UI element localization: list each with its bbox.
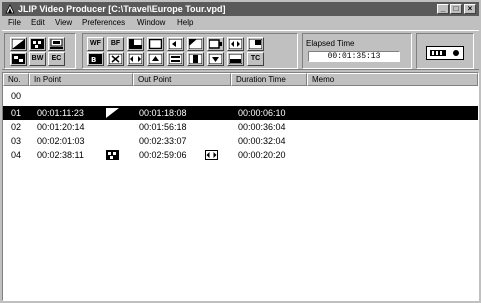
strobe-button[interactable] bbox=[10, 52, 27, 66]
picture-in-picture-button[interactable] bbox=[247, 37, 264, 51]
corner-wipe-icon bbox=[129, 39, 142, 49]
out-point-cell: 00:01:56:18 bbox=[139, 122, 187, 132]
out-point-cell: 00:01:18:08 bbox=[139, 108, 187, 118]
row-number: 03 bbox=[11, 136, 22, 146]
duration-cell: 00:00:06:10 bbox=[238, 108, 286, 118]
column-header-no[interactable]: No. bbox=[3, 73, 29, 86]
slide-up-button[interactable] bbox=[147, 52, 164, 66]
slide-down-button[interactable] bbox=[207, 52, 224, 66]
column-header-out-point[interactable]: Out Point bbox=[133, 73, 231, 86]
box-wipe-button[interactable] bbox=[147, 37, 164, 51]
wipe-icon bbox=[12, 39, 25, 49]
menu-bar: File Edit View Preferences Window Help bbox=[2, 17, 479, 29]
maximize-button[interactable]: □ bbox=[450, 4, 462, 14]
box-slide-icon bbox=[209, 39, 222, 49]
table-row[interactable]: 03 00:02:01:03 00:02:33:07 00:00:32:04 bbox=[3, 134, 478, 148]
title-bar[interactable]: JLIP Video Producer [C:\Travel\Europe To… bbox=[2, 2, 479, 16]
strobe-icon bbox=[12, 54, 25, 64]
in-point-cell: 00:02:01:03 bbox=[37, 136, 85, 146]
bw-effect-button[interactable]: B bbox=[87, 52, 104, 66]
duration-cell: 00:00:20:20 bbox=[238, 150, 286, 160]
slide-icon bbox=[205, 150, 218, 160]
menu-edit[interactable]: Edit bbox=[31, 17, 45, 29]
in-point-cell: 00:01:20:14 bbox=[37, 122, 85, 132]
roll-button[interactable] bbox=[227, 52, 244, 66]
duration-cell: 00:00:32:04 bbox=[238, 136, 286, 146]
window-title: JLIP Video Producer [C:\Travel\Europe To… bbox=[18, 4, 226, 14]
scene-list: No. In Point Out Point Duration Time Mem… bbox=[2, 72, 479, 301]
row-number: 04 bbox=[11, 150, 22, 160]
split-slide-button[interactable] bbox=[227, 37, 244, 51]
bf-button[interactable]: BF bbox=[107, 37, 124, 51]
tc-button[interactable]: TC bbox=[247, 52, 264, 66]
box-wipe-icon bbox=[149, 39, 162, 49]
app-window: JLIP Video Producer [C:\Travel\Europe To… bbox=[0, 0, 481, 303]
mosaic-icon bbox=[106, 150, 119, 160]
menu-window[interactable]: Window bbox=[137, 17, 165, 29]
svg-text:B: B bbox=[91, 56, 96, 64]
wipe-button[interactable] bbox=[10, 37, 27, 51]
column-header-in-point[interactable]: In Point bbox=[29, 73, 133, 86]
in-point-cell: 00:01:11:23 bbox=[37, 108, 84, 118]
table-row[interactable]: 04 00:02:38:11 00:02:59:06 00:00:20:20 bbox=[3, 148, 478, 162]
monitor-button[interactable] bbox=[48, 37, 65, 51]
wipe-icon bbox=[106, 108, 119, 118]
menu-view[interactable]: View bbox=[55, 17, 72, 29]
monitor-icon bbox=[50, 39, 63, 49]
push-icon bbox=[169, 54, 182, 64]
out-point-cell: 00:02:59:06 bbox=[139, 150, 187, 160]
split-wipe-icon bbox=[189, 54, 202, 64]
table-row[interactable]: 00 bbox=[3, 89, 478, 103]
wf-button[interactable]: WF bbox=[87, 37, 104, 51]
zoom-button[interactable] bbox=[107, 52, 124, 66]
mosaic-button[interactable] bbox=[29, 37, 46, 51]
in-point-cell: 00:02:38:11 bbox=[37, 150, 84, 160]
slide-left-button[interactable] bbox=[167, 37, 184, 51]
split-slide-icon bbox=[229, 39, 242, 49]
minimize-button[interactable]: _ bbox=[437, 4, 449, 14]
diagonal-wipe-button[interactable] bbox=[187, 37, 204, 51]
row-number: 01 bbox=[11, 108, 22, 118]
roll-icon bbox=[229, 54, 242, 64]
mosaic-icon bbox=[31, 39, 44, 49]
push-button[interactable] bbox=[167, 52, 184, 66]
close-button[interactable]: × bbox=[464, 4, 476, 14]
table-row[interactable]: 01 00:01:11:23 00:01:18:08 00:00:06:10 bbox=[3, 106, 478, 120]
menu-help[interactable]: Help bbox=[177, 17, 193, 29]
box-slide-button[interactable] bbox=[207, 37, 224, 51]
out-point-cell: 00:02:33:07 bbox=[139, 136, 187, 146]
column-header-memo[interactable]: Memo bbox=[307, 73, 478, 86]
table-row[interactable]: 02 00:01:20:14 00:01:56:18 00:00:36:04 bbox=[3, 120, 478, 134]
ec-button[interactable]: EC bbox=[48, 52, 65, 66]
bw-button[interactable]: BW bbox=[29, 52, 46, 66]
bw-effect-icon: B bbox=[89, 54, 102, 64]
duration-cell: 00:00:36:04 bbox=[238, 122, 286, 132]
split-wipe-button[interactable] bbox=[187, 52, 204, 66]
row-number: 00 bbox=[11, 91, 22, 101]
slide-down-icon bbox=[209, 54, 222, 64]
menu-file[interactable]: File bbox=[8, 17, 21, 29]
app-icon bbox=[5, 4, 15, 14]
column-header-duration[interactable]: Duration Time bbox=[231, 73, 307, 86]
elapsed-time-value: 00:01:35:13 bbox=[308, 51, 400, 62]
corner-wipe-button[interactable] bbox=[127, 37, 144, 51]
zoom-icon bbox=[109, 54, 122, 64]
vcr-deck-icon[interactable] bbox=[426, 44, 464, 62]
slide-icon bbox=[129, 54, 142, 64]
slide-in-button[interactable] bbox=[127, 52, 144, 66]
elapsed-time-label: Elapsed Time bbox=[306, 39, 355, 48]
slide-left-icon bbox=[169, 39, 182, 49]
row-number: 02 bbox=[11, 122, 22, 132]
toolbar: BW EC WF BF B TC Elapsed Time 00:01:35:1… bbox=[2, 30, 479, 70]
menu-preferences[interactable]: Preferences bbox=[82, 17, 125, 29]
picture-in-picture-icon bbox=[249, 39, 262, 49]
diagonal-wipe-icon bbox=[189, 39, 202, 49]
slide-up-icon bbox=[149, 54, 162, 64]
